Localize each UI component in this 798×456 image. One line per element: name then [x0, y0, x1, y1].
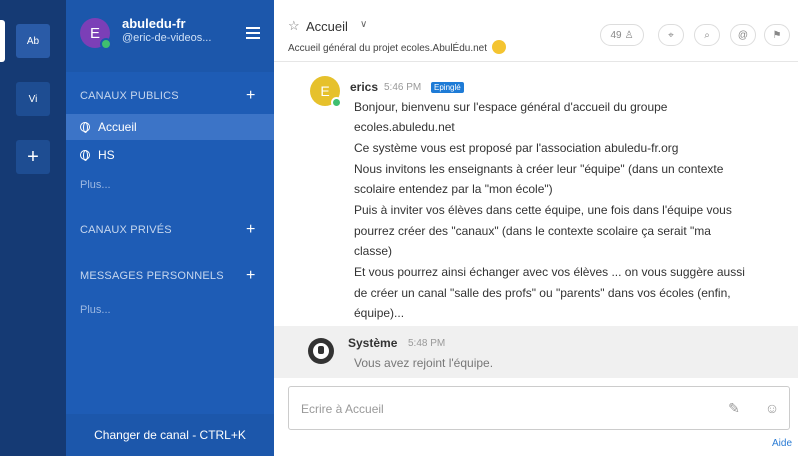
mention-icon[interactable]: @: [730, 24, 756, 46]
help-link[interactable]: Aide: [772, 438, 792, 449]
add-private-channel-button[interactable]: +: [246, 222, 255, 238]
add-direct-message-button[interactable]: +: [246, 268, 255, 284]
pinned-badge: Epinglé: [431, 82, 464, 93]
channel-purpose: Accueil général du projet ecoles.AbulÉdu…: [288, 40, 506, 54]
main-panel: ☆ Accueil ∨ Accueil général du projet ec…: [274, 0, 798, 456]
more-direct-messages-link[interactable]: Plus...: [80, 304, 111, 316]
more-public-channels-link[interactable]: Plus...: [80, 179, 111, 191]
channel-label: Accueil: [98, 120, 137, 134]
post-time[interactable]: 5:46 PM: [384, 82, 421, 93]
online-status-icon: [100, 38, 112, 50]
team-button-ab[interactable]: Ab: [16, 24, 50, 58]
smiley-icon: [491, 40, 506, 54]
member-count: 49: [610, 29, 622, 41]
emoji-icon[interactable]: ☺: [763, 399, 781, 417]
post-author[interactable]: erics: [350, 80, 378, 94]
system-avatar-icon: [308, 338, 334, 364]
post-line: Nous invitons les enseignants à créer le…: [354, 162, 724, 176]
message-input[interactable]: Ecrire à Accueil ✎ ☺: [288, 386, 790, 430]
star-icon[interactable]: ☆: [288, 18, 300, 34]
channel-header: ☆ Accueil ∨ Accueil général du projet ec…: [274, 0, 798, 62]
sidebar-item-accueil[interactable]: Accueil: [66, 114, 274, 140]
add-public-channel-button[interactable]: +: [246, 88, 255, 104]
avatar-letter: E: [320, 83, 330, 99]
pin-icon[interactable]: ⌖: [658, 24, 684, 46]
post-line: pourrez créer des "canaux" (dans le cont…: [354, 224, 711, 238]
post-line: Puis à inviter vos élèves dans cette équ…: [354, 203, 732, 217]
public-channels-title: CANAUX PUBLICS: [80, 90, 179, 102]
system-author: Système: [348, 336, 398, 350]
private-channels-title: CANAUX PRIVÉS: [80, 224, 172, 236]
team-button-vi[interactable]: Vi: [16, 82, 50, 116]
post-line: Ce système vous est proposé par l'associ…: [354, 141, 679, 155]
online-status-icon: [331, 97, 342, 108]
globe-icon: [80, 122, 90, 133]
sidebar-header: E abuledu-fr @eric-de-videos...: [66, 0, 274, 72]
members-icon: ♙: [624, 29, 634, 41]
teams-sidebar: Ab Vi +: [0, 0, 66, 456]
system-message: Vous avez rejoint l'équipe.: [354, 356, 494, 370]
post-line: Bonjour, bienvenu sur l'espace général d…: [354, 100, 668, 114]
user-avatar[interactable]: E: [80, 18, 112, 50]
switch-channel-button[interactable]: Changer de canal - CTRL+K: [66, 414, 274, 456]
direct-messages-title: MESSAGES PERSONNELS: [80, 270, 224, 282]
post-line: équipe)...: [354, 306, 405, 320]
post-line: Et vous pourrez ainsi échanger avec vos …: [354, 265, 745, 279]
member-count-button[interactable]: 49 ♙: [600, 24, 644, 46]
flag-icon[interactable]: ⚑: [764, 24, 790, 46]
sidebar-item-hs[interactable]: HS: [66, 142, 274, 168]
globe-icon: [80, 150, 90, 161]
menu-icon[interactable]: [246, 27, 260, 39]
channel-label: HS: [98, 148, 115, 162]
purpose-text: Accueil général du projet ecoles.AbulÉdu…: [288, 43, 488, 54]
post: E erics 5:46 PM Epinglé Bonjour, bienven…: [274, 70, 798, 320]
author-avatar[interactable]: E: [310, 76, 342, 108]
team-name: abuledu-fr: [122, 16, 186, 31]
channel-sidebar: E abuledu-fr @eric-de-videos... CANAUX P…: [66, 0, 274, 456]
channel-name[interactable]: Accueil: [306, 19, 348, 34]
active-team-indicator: [0, 20, 5, 62]
user-handle: @eric-de-videos...: [122, 32, 212, 44]
post-line: ecoles.abuledu.net: [354, 120, 455, 134]
add-team-button[interactable]: +: [16, 140, 50, 174]
message-input-placeholder: Ecrire à Accueil: [301, 402, 384, 416]
avatar-letter: E: [89, 24, 100, 42]
post-line: scolaire entendez par la "mon école"): [354, 182, 553, 196]
system-time[interactable]: 5:48 PM: [408, 338, 445, 349]
search-icon[interactable]: ⌕: [694, 24, 720, 46]
post-line: de créer un canal "salle des profs" ou "…: [354, 286, 731, 300]
post-line: classe): [354, 244, 393, 258]
attachment-icon[interactable]: ✎: [725, 399, 743, 417]
chevron-down-icon[interactable]: ∨: [360, 19, 367, 30]
system-post: Système 5:48 PM Vous avez rejoint l'équi…: [274, 326, 798, 378]
